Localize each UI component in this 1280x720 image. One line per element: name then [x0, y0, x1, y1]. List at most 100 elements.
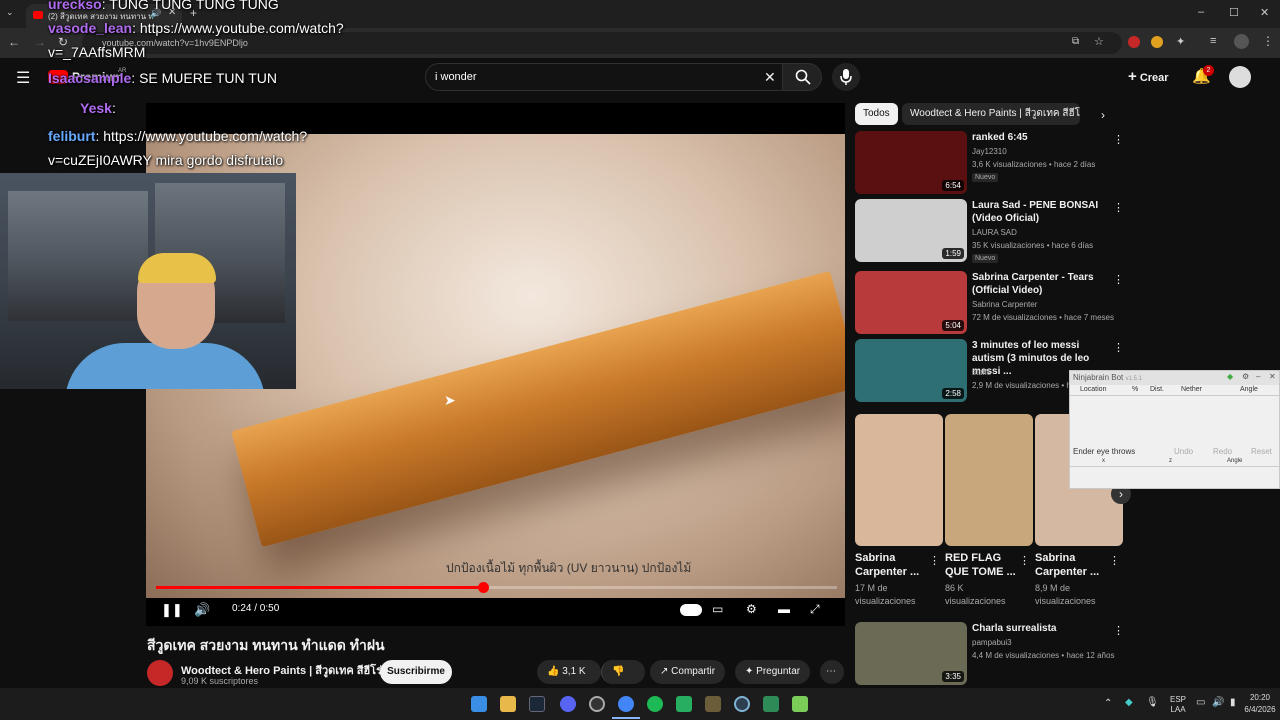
- dislike-button[interactable]: 👎 18: [601, 660, 645, 701]
- tray-app-icon[interactable]: ◆: [1125, 697, 1133, 708]
- more-options-icon[interactable]: ⋮: [1113, 133, 1124, 146]
- short-title: RED FLAG QUE TOME ...: [945, 552, 1016, 578]
- minimize-button[interactable]: –: [1198, 6, 1204, 18]
- like-button[interactable]: 👍 3,1 K: [537, 660, 601, 684]
- ninjabrain-close-icon[interactable]: ✕: [1269, 372, 1276, 381]
- progress-scrubber[interactable]: [477, 582, 489, 593]
- chat-message: v=_7AAffsMRM: [48, 44, 145, 60]
- more-options-icon[interactable]: ⋮: [1113, 273, 1124, 286]
- more-options-icon[interactable]: ⋮: [1113, 341, 1124, 354]
- hamburger-menu-icon[interactable]: ☰: [16, 68, 30, 88]
- reset-button[interactable]: Reset: [1251, 447, 1272, 456]
- fullscreen-icon[interactable]: ⤢: [810, 602, 820, 617]
- more-options-icon[interactable]: ⋮: [1019, 554, 1030, 567]
- game-icon[interactable]: [792, 696, 808, 712]
- search-box[interactable]: i wonder ✕: [425, 63, 783, 91]
- language-indicator[interactable]: ESP: [1167, 695, 1189, 704]
- recommendation-item[interactable]: 1:59 Laura Sad - PENE BONSAI (Video Ofici…: [855, 199, 1124, 263]
- app-icon[interactable]: [734, 696, 750, 712]
- notification-badge: 2: [1203, 65, 1214, 76]
- video-thumbnail: 1:59: [855, 199, 967, 262]
- chip-channel[interactable]: Woodtect & Hero Paints | สีวูดเทค สีฮีโร…: [902, 103, 1080, 125]
- video-meta: 35 K visualizaciones • hace 6 días: [972, 241, 1094, 250]
- share-button[interactable]: ↗ Compartir: [650, 660, 726, 684]
- subtitles-icon[interactable]: ▭: [712, 602, 723, 616]
- voice-search-button[interactable]: [832, 63, 860, 91]
- extension-icon[interactable]: [1151, 36, 1163, 48]
- network-icon[interactable]: ▭: [1196, 697, 1205, 708]
- chevron-right-icon[interactable]: ›: [1101, 108, 1105, 122]
- ask-button[interactable]: ✦ Preguntar: [735, 660, 811, 684]
- col-angle: Angle: [1240, 386, 1258, 393]
- battery-icon[interactable]: ▮: [1230, 697, 1236, 708]
- recommendation-item[interactable]: 6:54 ranked 6:45 Jay12310 3,6 K visualizaci…: [855, 131, 1124, 195]
- video-thumbnail: 2:58: [855, 339, 967, 402]
- spotify-icon[interactable]: [647, 696, 663, 712]
- clear-search-icon[interactable]: ✕: [764, 69, 776, 86]
- windows-start-icon[interactable]: [471, 696, 487, 712]
- progress-bar[interactable]: [156, 582, 837, 593]
- streamer-cap: [138, 253, 216, 283]
- settings-gear-icon[interactable]: ⚙: [746, 602, 757, 616]
- recommendation-item[interactable]: 3:35 Charla surrealista pampabui3 4,4 M …: [855, 622, 1124, 686]
- undo-button[interactable]: Undo: [1174, 447, 1193, 456]
- pause-icon[interactable]: ❚❚: [161, 602, 183, 618]
- maximize-button[interactable]: ☐: [1229, 6, 1239, 19]
- more-options-icon[interactable]: ⋮: [1109, 554, 1120, 567]
- cast-icon[interactable]: ⧉: [1072, 36, 1079, 47]
- minecraft-icon[interactable]: [705, 696, 721, 712]
- volume-icon[interactable]: 🔊: [1212, 697, 1224, 708]
- autoplay-toggle[interactable]: [680, 604, 702, 616]
- search-input[interactable]: i wonder: [435, 71, 477, 83]
- subscribe-button[interactable]: Suscribirme: [380, 660, 452, 684]
- extension-icon[interactable]: [1128, 36, 1140, 48]
- throws-label: Ender eye throws: [1073, 447, 1136, 456]
- steam-icon[interactable]: [529, 696, 545, 712]
- reading-list-icon[interactable]: ≡: [1210, 35, 1216, 47]
- more-options-icon[interactable]: ⋮: [929, 554, 940, 567]
- forward-icon[interactable]: →: [34, 35, 46, 49]
- ninjabrain-columns: Location % Dist. Nether Angle: [1070, 385, 1279, 396]
- video-duration: 1:59: [942, 248, 964, 259]
- recommendation-item[interactable]: 5:04 Sabrina Carpenter - Tears (Official …: [855, 271, 1124, 335]
- bookmark-star-icon[interactable]: ☆: [1094, 35, 1104, 48]
- tab-list-icon[interactable]: ⌄: [6, 7, 14, 18]
- clock-time[interactable]: 20:20: [1244, 693, 1276, 702]
- account-avatar[interactable]: [1229, 66, 1251, 88]
- obs-icon[interactable]: [589, 696, 605, 712]
- more-options-icon[interactable]: ⋮: [1113, 624, 1124, 637]
- file-explorer-icon[interactable]: [500, 696, 516, 712]
- close-window-button[interactable]: ✕: [1260, 6, 1269, 19]
- short-item[interactable]: RED FLAG QUE TOME ... 86 K visualizacione…: [945, 414, 1033, 614]
- video-duration: 6:54: [942, 180, 964, 191]
- browser-menu-icon[interactable]: ⋮: [1262, 34, 1274, 48]
- chat-username: ureckso: [48, 0, 102, 12]
- theater-mode-icon[interactable]: ▬: [778, 602, 790, 616]
- create-button[interactable]: + Crear: [1128, 68, 1169, 85]
- terminal-icon[interactable]: [676, 696, 692, 712]
- tray-chevron-icon[interactable]: ⌃: [1104, 698, 1112, 709]
- short-item[interactable]: Sabrina Carpenter ... 17 M de visualizaci…: [855, 414, 943, 614]
- more-options-icon[interactable]: ⋮: [1113, 201, 1124, 214]
- volume-icon[interactable]: 🔊: [194, 602, 210, 618]
- wood-plank-image: [231, 270, 845, 548]
- chip-all[interactable]: Todos: [855, 103, 898, 125]
- back-icon[interactable]: ←: [8, 35, 20, 49]
- chrome-icon[interactable]: [618, 696, 634, 712]
- webcam-overlay: [0, 173, 296, 389]
- channel-avatar[interactable]: [147, 660, 173, 686]
- chat-text: v=cuZEjI0AWRY mira gordo disfrutalo: [48, 152, 284, 168]
- discord-icon[interactable]: [560, 696, 576, 712]
- streamer-shirt: [65, 343, 265, 389]
- ninjabrain-minimize-icon[interactable]: –: [1256, 372, 1260, 381]
- more-actions-icon[interactable]: ⋯: [820, 660, 844, 684]
- profile-avatar[interactable]: [1234, 34, 1249, 49]
- launcher-icon[interactable]: [763, 696, 779, 712]
- extensions-puzzle-icon[interactable]: ✦: [1176, 35, 1185, 48]
- tray-mic-icon[interactable]: 🎙: [1146, 697, 1159, 708]
- search-button[interactable]: [782, 63, 822, 91]
- redo-button[interactable]: Redo: [1213, 447, 1232, 456]
- chat-text: : https://www.youtube.com/watch?: [95, 128, 308, 144]
- ninjabrain-settings-icon[interactable]: ⚙: [1242, 372, 1249, 381]
- like-count: 3,1 K: [562, 666, 586, 677]
